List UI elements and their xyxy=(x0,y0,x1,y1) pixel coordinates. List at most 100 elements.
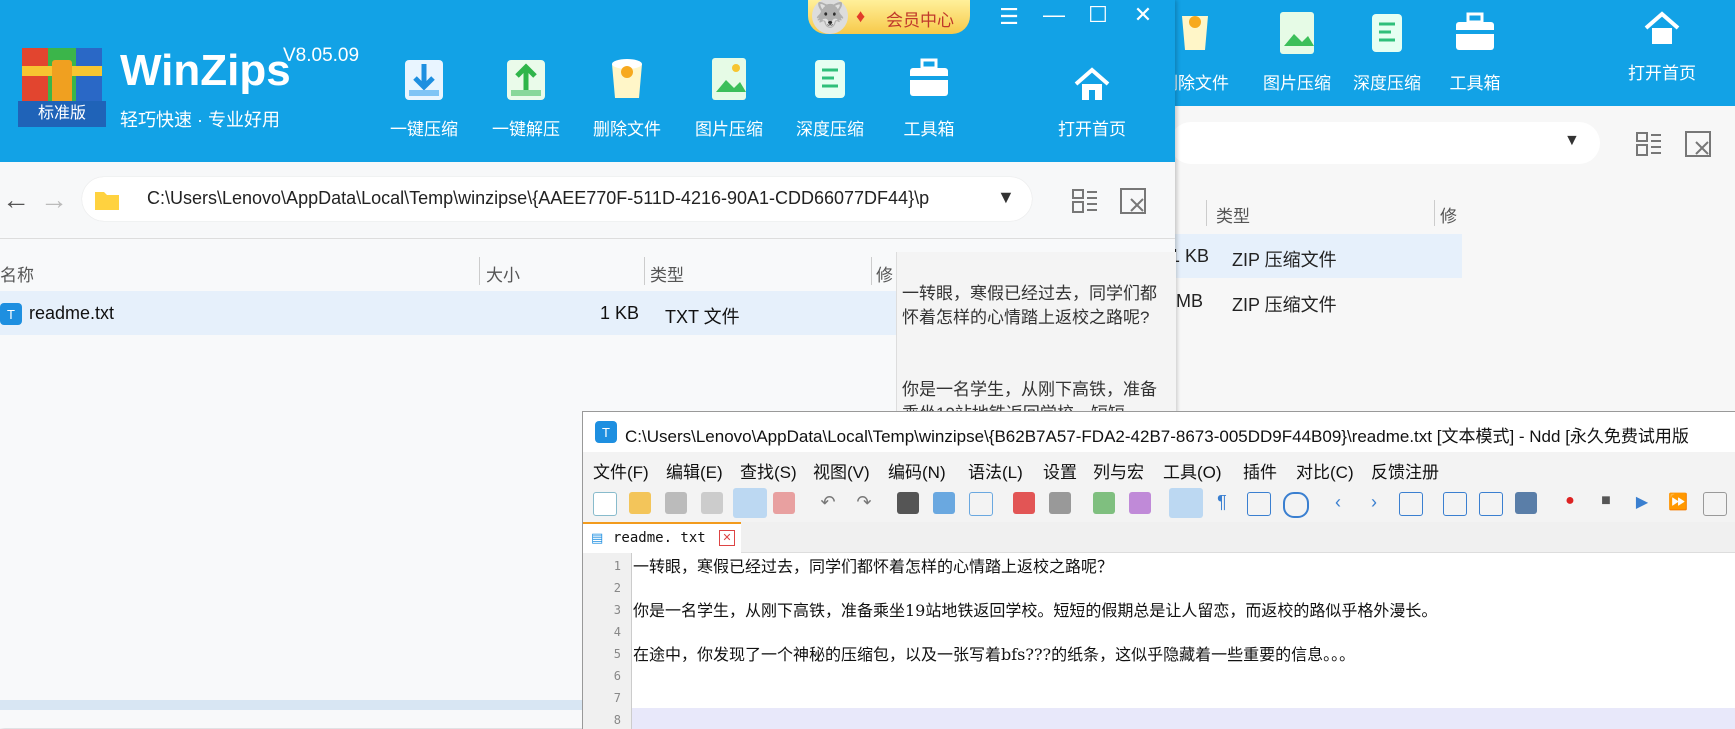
background-header: 删除文件 图片压缩 深度压缩 工具箱 打开首页 xyxy=(1161,0,1735,106)
vip-center-button[interactable]: 🐺 ♦ 会员中心 xyxy=(808,0,970,34)
menu-icon[interactable]: ☰ xyxy=(994,4,1024,30)
toolbox-button[interactable]: 工具箱 xyxy=(884,54,974,140)
view-toggle-icon[interactable] xyxy=(1636,131,1662,157)
minimize-icon[interactable]: — xyxy=(1039,2,1069,28)
play-macro-icon[interactable]: ▶ xyxy=(1631,492,1653,514)
chevron-down-icon[interactable]: ▼ xyxy=(997,187,1015,208)
save-icon[interactable] xyxy=(665,492,687,514)
divider xyxy=(1206,200,1207,226)
bookmark-icon[interactable] xyxy=(969,492,993,516)
goto-icon[interactable] xyxy=(1399,492,1423,516)
divider xyxy=(644,257,645,285)
stop-macro-icon[interactable]: ■ xyxy=(1595,492,1617,514)
extract-icon xyxy=(507,60,545,100)
bg-home-button[interactable]: 打开首页 xyxy=(1617,8,1707,84)
home-button[interactable]: 打开首页 xyxy=(1047,64,1137,140)
deep-compress-button[interactable]: 深度压缩 xyxy=(785,54,875,140)
bg-deep-compress-button[interactable]: 深度压缩 xyxy=(1342,8,1432,94)
column-modified[interactable]: 修 xyxy=(876,261,893,286)
ndd-tab-bar: ▤ readme. txt ✕ xyxy=(583,522,1735,554)
find-icon[interactable] xyxy=(897,492,919,514)
menu-compare[interactable]: 对比(C) xyxy=(1296,458,1354,483)
forward-arrow-icon[interactable]: → xyxy=(40,184,68,216)
one-click-compress-button[interactable]: 一键压缩 xyxy=(379,54,469,140)
text-editor[interactable]: 一转眼，寒假已经过去，同学们都怀着怎样的心情踏上返校之路呢？ 你是一名学生，从刚… xyxy=(583,553,1735,729)
zoom-out-icon[interactable] xyxy=(1129,492,1151,514)
menu-encoding[interactable]: 编码(N) xyxy=(888,458,946,483)
bg-toolbox-button[interactable]: 工具箱 xyxy=(1430,8,1520,94)
avatar[interactable]: 🐺 xyxy=(812,0,848,34)
menu-file[interactable]: 文件(F) xyxy=(593,458,649,483)
image-icon xyxy=(712,58,746,100)
redo-icon[interactable]: ↷ xyxy=(853,492,875,514)
autosave-toggle-icon[interactable] xyxy=(733,488,767,518)
close-icon[interactable]: ✕ xyxy=(1128,2,1158,28)
record-macro-icon[interactable]: ● xyxy=(1559,492,1581,514)
path-input[interactable]: C:\Users\Lenovo\AppData\Local\Temp\winzi… xyxy=(82,177,1032,221)
column-name[interactable]: 名称 xyxy=(0,261,34,286)
menu-macro[interactable]: 列与宏 xyxy=(1093,458,1144,483)
undo-icon[interactable]: ↶ xyxy=(817,492,839,514)
compare-icon[interactable] xyxy=(1479,492,1503,516)
one-click-extract-button[interactable]: 一键解压 xyxy=(481,54,571,140)
close-preview-icon[interactable] xyxy=(1120,188,1146,214)
menu-tools[interactable]: 工具(O) xyxy=(1163,458,1222,483)
bg-image-compress-button[interactable]: 图片压缩 xyxy=(1252,8,1342,94)
divider xyxy=(1434,200,1435,226)
back-arrow-icon[interactable]: ← xyxy=(2,184,30,216)
menu-edit[interactable]: 编辑(E) xyxy=(666,458,723,483)
table-row[interactable]: T readme.txt 1 KB TXT 文件 xyxy=(0,291,896,335)
prev-icon[interactable]: ‹ xyxy=(1327,492,1349,514)
horizontal-scrollbar[interactable] xyxy=(0,700,582,710)
table-row[interactable]: MB ZIP 压缩文件 xyxy=(1170,279,1462,323)
close-file-icon[interactable] xyxy=(773,492,795,514)
svg-text:T: T xyxy=(7,307,15,322)
toolbar-label: 图片压缩 xyxy=(1263,74,1331,93)
save-all-icon[interactable] xyxy=(701,492,723,514)
close-tab-icon[interactable]: ✕ xyxy=(719,530,735,546)
menu-plugins[interactable]: 插件 xyxy=(1243,458,1277,483)
delete-files-button[interactable]: 删除文件 xyxy=(582,54,672,140)
maximize-icon[interactable]: ☐ xyxy=(1083,2,1113,28)
zoom-in-icon[interactable] xyxy=(1093,492,1115,514)
new-file-icon[interactable] xyxy=(593,492,617,516)
image-compress-button[interactable]: 图片压缩 xyxy=(684,54,774,140)
menu-syntax[interactable]: 语法(L) xyxy=(968,458,1023,483)
run-macro-icon[interactable]: ⏩ xyxy=(1667,492,1689,514)
column-modified[interactable]: 修 xyxy=(1440,202,1457,227)
column-type[interactable]: 类型 xyxy=(1216,202,1250,227)
save-macro-icon[interactable] xyxy=(1703,492,1727,516)
bg-path-input[interactable]: ▼ xyxy=(1170,122,1600,164)
menu-view[interactable]: 视图(V) xyxy=(813,458,870,483)
app-header: 标准版 WinZips V8.05.09 轻巧快速 · 专业好用 一键压缩 一键… xyxy=(0,0,1175,162)
column-size[interactable]: 大小 xyxy=(486,261,520,286)
toolbar-label: 工具箱 xyxy=(1449,74,1501,93)
marker-icon[interactable] xyxy=(1013,492,1035,514)
column-type[interactable]: 类型 xyxy=(650,261,684,286)
open-file-icon[interactable] xyxy=(629,492,651,514)
file-size: 1 KB xyxy=(600,303,640,323)
ndd-toolbar: ↶ ↷ ¶ ‹ › ● ■ ▶ ⏩ xyxy=(583,484,1735,522)
split-icon[interactable] xyxy=(1443,492,1467,516)
show-symbols-icon[interactable]: ¶ xyxy=(1211,492,1233,514)
table-row[interactable]: 1 KB ZIP 压缩文件 xyxy=(1170,234,1462,278)
menu-feedback[interactable]: 反馈注册 xyxy=(1371,458,1439,483)
next-icon[interactable]: › xyxy=(1363,492,1385,514)
word-wrap-icon[interactable] xyxy=(1169,488,1203,518)
monitor-icon[interactable] xyxy=(1515,492,1537,514)
file-name: readme.txt xyxy=(29,303,115,323)
bin-icon xyxy=(612,59,642,98)
view-toggle-icon[interactable] xyxy=(1072,188,1098,214)
divider xyxy=(479,257,480,285)
indent-guide-icon[interactable] xyxy=(1247,492,1271,516)
chevron-down-icon[interactable]: ▼ xyxy=(1564,132,1580,150)
settings-icon[interactable] xyxy=(1283,492,1309,518)
app-title: WinZips xyxy=(120,46,291,95)
replace-icon[interactable] xyxy=(933,492,955,514)
tab-readme[interactable]: ▤ readme. txt ✕ xyxy=(583,522,741,554)
menu-search[interactable]: 查找(S) xyxy=(740,458,797,483)
app-slogan: 轻巧快速 · 专业好用 xyxy=(120,110,280,130)
clear-marker-icon[interactable] xyxy=(1049,492,1071,514)
close-preview-icon[interactable] xyxy=(1685,131,1711,157)
menu-settings[interactable]: 设置 xyxy=(1043,458,1077,483)
